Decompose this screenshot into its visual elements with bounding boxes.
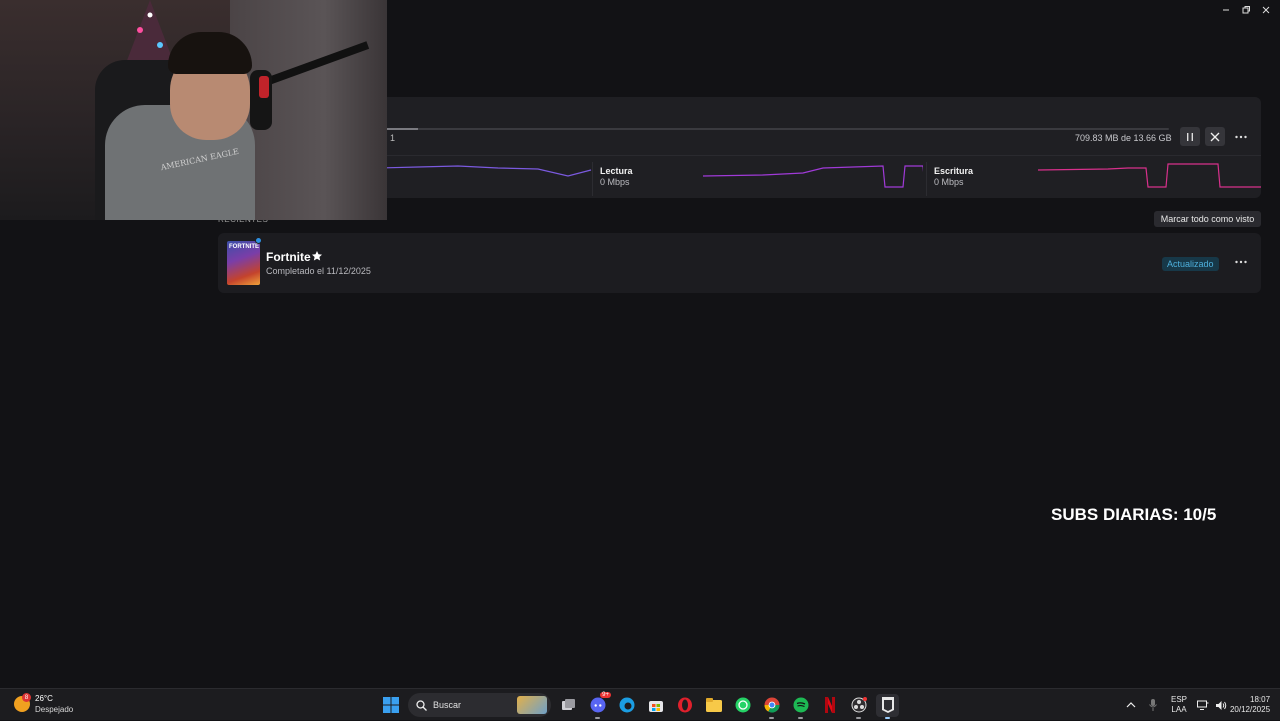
running-indicator [798,716,803,719]
system-tray: ESP LAA 18:07 20/12/2025 [1120,689,1280,721]
close-icon [1210,132,1220,141]
pause-icon [1187,132,1193,141]
thumbnail-logo-text: FORTNITE [229,244,259,250]
taskbar-search[interactable]: Buscar [408,693,551,717]
clock-date: 20/12/2025 [1229,705,1271,714]
more-options-icon [1235,135,1247,138]
read-value: 0 Mbps [600,177,630,187]
chrome-button[interactable] [760,694,783,719]
store-icon [648,701,663,712]
write-graph [1038,163,1261,188]
obs-button[interactable] [847,694,870,719]
game-status: Completado el 11/12/2025 [266,266,371,276]
store-button[interactable] [644,694,667,717]
mark-all-seen-button[interactable]: Marcar todo como visto [1154,211,1261,227]
read-graph [703,165,923,188]
active-indicator [885,716,890,719]
status-badge: Actualizado [1162,257,1219,271]
search-highlight-image [517,696,547,714]
weather-widget[interactable]: 8 26°C Despejado [14,693,73,715]
minimize-icon [1223,9,1229,11]
edge-icon [619,697,634,713]
running-indicator [595,716,600,719]
language-code: ESP [1170,695,1187,704]
microphone-tray-button[interactable] [1142,689,1164,721]
epic-games-button[interactable] [876,693,899,719]
more-options-icon [1235,260,1247,264]
minimize-button[interactable] [1218,2,1234,18]
subs-counter-overlay: SUBS DIARIAS: 10/5 [1051,505,1217,524]
file-explorer-icon [705,698,722,712]
discord-button[interactable]: 9+ [586,691,611,719]
weather-badge: 8 [22,693,31,702]
library-item-fortnite[interactable]: FORTNITE Fortnite Completado el 11/12/20… [218,233,1261,293]
opera-button[interactable] [673,694,696,717]
window-controls [1218,2,1274,18]
microphone-icon [1149,699,1157,711]
close-icon [1262,6,1270,14]
download-size: 709.83 MB de 13.66 GB [1075,133,1172,143]
game-thumbnail: FORTNITE [227,241,260,285]
clock-time: 18:07 [1250,695,1271,704]
taskbar-apps: Buscar 9+ [379,691,899,719]
write-value: 0 Mbps [934,177,964,187]
close-window-button[interactable] [1258,2,1274,18]
read-label: Lectura [600,166,633,176]
running-indicator [856,716,861,719]
edge-button[interactable] [615,694,638,717]
microphone-accent [259,76,269,98]
chrome-icon [764,697,779,713]
language-indicator[interactable]: ESP LAA [1164,689,1194,721]
search-icon [416,699,427,711]
webcam-overlay: AMERICAN EAGLE [0,0,387,220]
netflix-button[interactable] [818,694,841,717]
spotify-button[interactable] [789,694,812,719]
epic-games-icon [881,697,894,713]
search-label: Buscar [433,700,462,710]
netflix-icon [824,697,835,713]
clock[interactable]: 18:07 20/12/2025 [1230,689,1280,721]
epic-games-launcher-window: 1 709.83 MB de 13.66 GB Lectura 0 Mbps E… [0,0,1280,688]
task-view-button[interactable] [557,694,580,717]
stat-divider [592,162,593,196]
show-hidden-icons-button[interactable] [1120,689,1142,721]
opera-icon [677,697,692,713]
restore-icon [1242,6,1250,14]
item-more-button[interactable] [1231,254,1251,270]
stat-divider [926,162,927,196]
queue-index: 1 [390,133,396,143]
spotify-icon [793,697,808,713]
whatsapp-button[interactable] [731,694,754,717]
cancel-download-button[interactable] [1205,127,1225,146]
game-title: Fortnite [266,250,311,264]
obs-icon [851,697,867,713]
volume-tray-button[interactable] [1212,689,1230,721]
discord-badge: 9+ [600,691,611,698]
network-icon [1197,700,1209,710]
weather-sun-icon: 8 [14,693,31,712]
pause-button[interactable] [1180,127,1200,146]
speaker-icon [1216,700,1227,710]
whatsapp-icon [735,697,750,713]
windows-taskbar: 8 26°C Despejado Buscar 9+ ESP LAA 18:07… [0,688,1280,720]
network-graph [378,165,592,177]
chevron-up-icon [1126,702,1136,708]
write-label: Escritura [934,166,974,176]
download-more-button[interactable] [1231,127,1251,146]
new-indicator-dot [255,237,262,244]
favorite-star-icon[interactable] [311,250,323,262]
file-explorer-button[interactable] [702,694,725,717]
weather-temperature: 26°C [35,694,53,703]
windows-start-button[interactable] [379,694,402,717]
weather-description: Despejado [35,705,74,714]
task-view-icon [561,699,575,710]
running-indicator [769,716,774,719]
restore-button[interactable] [1238,2,1254,18]
windows-start-icon [382,697,399,713]
network-tray-button[interactable] [1194,689,1212,721]
discord-icon [590,697,605,713]
download-progress-bar [378,128,1169,130]
keyboard-layout: LAA [1171,705,1187,714]
